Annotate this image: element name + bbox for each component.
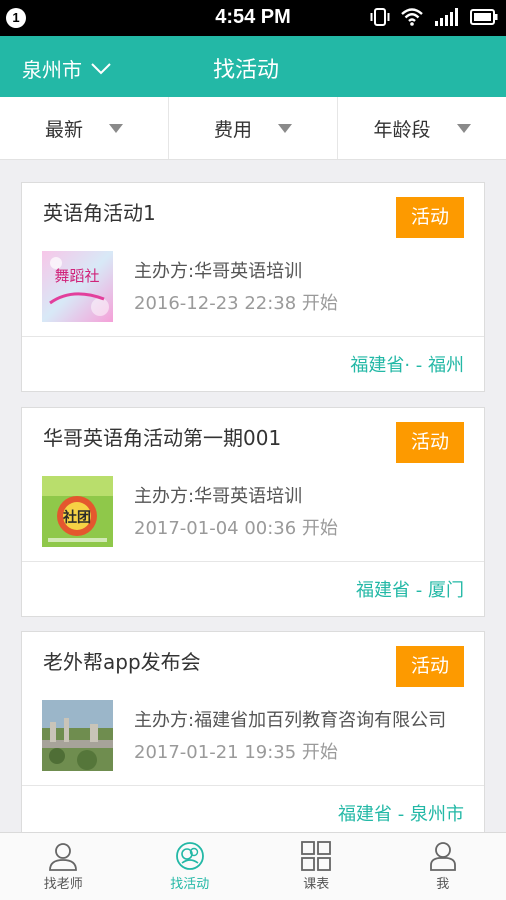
tab-label: 找老师 [43,877,83,892]
wifi-icon [401,8,423,26]
tab-label: 课表 [303,877,330,892]
svg-text:舞蹈社: 舞蹈社 [54,267,99,285]
tab-me[interactable]: 我 [380,833,506,900]
filter-label: 年龄段 [373,118,431,141]
activity-datetime: 2016-12-23 22:38 开始 [134,293,338,314]
card-divider [22,336,484,337]
activity-card[interactable]: 华哥英语角活动第一期001 活动 社团 主办方:华哥英语培训 2017-01-0… [21,407,485,617]
activity-organizer: 主办方:华哥英语培训 [134,486,303,507]
schedule-icon [301,841,332,871]
vibrate-icon [370,8,390,26]
activity-organizer: 主办方:福建省加百列教育咨询有限公司 [134,710,447,731]
activity-badge: 活动 [396,197,464,238]
activity-badge: 活动 [396,646,464,687]
teacher-icon [49,843,78,871]
profile-icon [429,842,456,871]
bottom-tab-bar: 找老师 找活动 课表 我 [0,832,506,900]
dropdown-triangle-icon [278,123,292,133]
filter-latest[interactable]: 最新 [0,97,169,159]
filter-bar: 最新 费用 年龄段 [0,97,506,160]
activity-datetime: 2017-01-21 19:35 开始 [134,742,338,763]
tab-schedule[interactable]: 课表 [253,833,380,900]
dropdown-triangle-icon [109,123,123,133]
activity-thumbnail: 舞蹈社 [42,251,113,322]
activity-location: 福建省· - 福州 [350,355,464,376]
filter-age[interactable]: 年龄段 [338,97,506,159]
activity-title: 老外帮app发布会 [43,650,201,674]
activity-card[interactable]: 英语角活动1 活动 舞蹈社 主办方:华哥英语培训 2016-12-23 22:3… [21,182,485,392]
tab-find-activity[interactable]: 找活动 [127,833,254,900]
status-icons [370,7,498,27]
activity-location: 福建省 - 厦门 [356,580,464,601]
svg-text:社团: 社团 [62,509,91,526]
card-divider [22,785,484,786]
activity-thumbnail [42,700,113,771]
battery-icon [470,9,498,25]
activity-datetime: 2017-01-04 00:36 开始 [134,518,338,539]
status-bar: 1 4:54 PM [0,0,506,36]
filter-fee[interactable]: 费用 [169,97,338,159]
activity-organizer: 主办方:华哥英语培训 [134,261,303,282]
activity-location: 福建省 - 泉州市 [338,804,464,825]
app-header: 泉州市 找活动 [0,36,506,97]
activity-title: 华哥英语角活动第一期001 [43,426,282,450]
activity-thumbnail: 社团 [42,476,113,547]
tab-find-teacher[interactable]: 找老师 [0,833,127,900]
activity-title: 英语角活动1 [43,201,156,225]
dropdown-triangle-icon [456,123,471,133]
activity-icon [175,842,204,870]
filter-label: 费用 [213,118,252,141]
signal-icon [435,8,458,26]
card-divider [22,561,484,562]
filter-label: 最新 [44,118,83,141]
tab-label: 找活动 [170,877,210,892]
page-title: 找活动 [212,58,279,83]
activity-badge: 活动 [396,422,464,463]
tab-label: 我 [436,877,450,892]
activity-card[interactable]: 老外帮app发布会 活动 主办方:福建省加百列教育咨询有限公司 2017-01-… [21,631,485,841]
